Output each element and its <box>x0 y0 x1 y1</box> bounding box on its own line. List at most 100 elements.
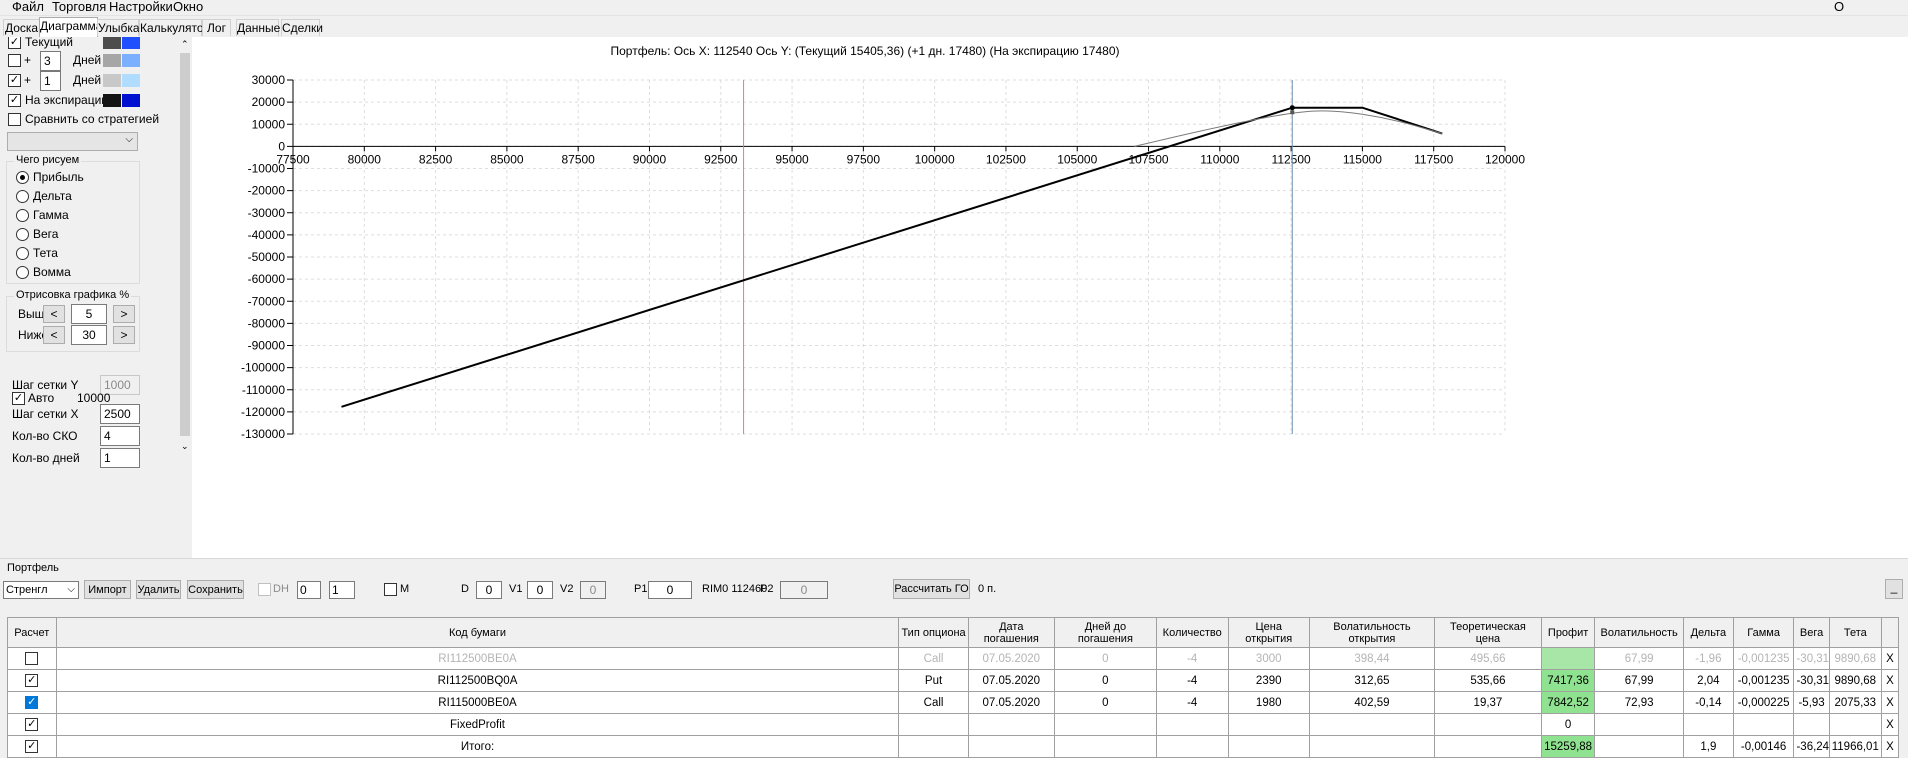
scroll-down-icon[interactable]: ⌄ <box>181 441 189 452</box>
calc-go-button[interactable]: Рассчитать ГО <box>893 579 970 599</box>
settings-scrollbar[interactable]: ⌃ ⌄ <box>178 37 192 558</box>
table-row[interactable]: ✓ RI112500BQ0A Put 07.05.2020 0 -4 2390 312,65 5… <box>7 669 1900 692</box>
radio-vomma[interactable] <box>16 266 29 279</box>
table-row[interactable]: RI112500BE0A Call 07.05.2020 0 -4 3000 398,44 4… <box>7 647 1900 670</box>
column-header[interactable]: Теоретическая цена <box>1434 617 1542 648</box>
column-header[interactable] <box>1880 617 1900 648</box>
import-button[interactable]: Импорт <box>84 580 131 599</box>
remove-row-button[interactable]: X <box>1880 713 1900 736</box>
column-header[interactable]: Тип опциона <box>898 617 969 648</box>
remove-row-button[interactable]: X <box>1880 735 1900 758</box>
calc-checkbox[interactable]: ✓ <box>25 674 39 687</box>
tab-smile[interactable]: Улыбка <box>97 19 140 36</box>
scroll-up-icon[interactable]: ⌃ <box>181 39 189 50</box>
column-header[interactable]: Количество <box>1155 617 1229 648</box>
column-header[interactable]: Тета <box>1828 617 1882 648</box>
current-color-blue[interactable] <box>122 37 140 49</box>
tab-diagram[interactable]: Диаграмма <box>39 17 102 37</box>
plus1-checkbox[interactable]: ✓ <box>8 74 21 87</box>
calc-checkbox[interactable]: ✓ <box>25 740 39 753</box>
delete-button[interactable]: Удалить <box>136 580 181 599</box>
column-header[interactable]: Код бумаги <box>55 617 900 648</box>
plus1-color-blue[interactable] <box>122 74 140 87</box>
radio-gamma[interactable] <box>16 209 29 222</box>
grid-x-input[interactable]: 2500 <box>100 404 140 424</box>
dh-checkbox[interactable] <box>258 583 271 596</box>
scroll-thumb[interactable] <box>180 53 190 436</box>
menu-settings[interactable]: Настройки <box>109 0 173 14</box>
radio-delta[interactable] <box>16 190 29 203</box>
save-button[interactable]: Сохранить <box>187 580 244 599</box>
below-increase-button[interactable]: > <box>113 326 135 344</box>
tab-data[interactable]: Данные <box>236 19 280 36</box>
v1-input[interactable]: 0 <box>527 581 553 599</box>
tab-board[interactable]: Доска <box>3 19 40 36</box>
m-checkbox[interactable] <box>384 583 397 596</box>
calc-cell[interactable]: ✓ <box>7 691 57 714</box>
column-header[interactable]: Вега <box>1793 617 1830 648</box>
above-decrease-button[interactable]: < <box>43 305 65 323</box>
days-input-2[interactable]: 1 <box>40 71 61 91</box>
table-row[interactable]: ✓ Итого: 15259,88 1,9 -0,00146 -36,24 11966,01… <box>7 735 1900 758</box>
expiry-color-black[interactable] <box>103 94 121 107</box>
remove-row-button[interactable]: X <box>1880 691 1900 714</box>
dh-spinner-2[interactable]: 1 <box>329 581 355 599</box>
calc-checkbox[interactable] <box>25 652 39 665</box>
table-row[interactable]: ✓ RI115000BE0A Call 07.05.2020 0 -4 1980 402,59… <box>7 691 1900 714</box>
column-header[interactable]: Дельта <box>1682 617 1734 648</box>
column-header[interactable]: Гамма <box>1732 617 1795 648</box>
days-count-input[interactable]: 1 <box>100 448 140 468</box>
calc-cell[interactable]: ✓ <box>7 735 57 758</box>
strategy-select[interactable]: Стренгл ⌵ <box>3 581 79 599</box>
radio-theta[interactable] <box>16 247 29 260</box>
column-header[interactable]: Профит <box>1540 617 1596 648</box>
strategy-compare-dropdown[interactable]: ⌵ <box>7 132 138 151</box>
auto-checkbox[interactable]: ✓ <box>12 392 25 405</box>
table-row[interactable]: ✓ FixedProfit 0 X <box>7 713 1900 736</box>
calc-checkbox[interactable]: ✓ <box>25 696 39 709</box>
expiry-color-navy[interactable] <box>122 94 140 107</box>
menu-file[interactable]: Файл <box>12 0 44 14</box>
minimize-button[interactable]: _ <box>1885 579 1903 599</box>
cell-vega: -30,31 <box>1793 647 1830 670</box>
sko-input[interactable]: 4 <box>100 426 140 446</box>
calc-cell[interactable]: ✓ <box>7 713 57 736</box>
above-increase-button[interactable]: > <box>113 305 135 323</box>
remove-row-button[interactable]: X <box>1880 669 1900 692</box>
expiry-checkbox[interactable]: ✓ <box>8 94 21 107</box>
column-header[interactable]: Волатильность <box>1594 617 1684 648</box>
column-header[interactable]: Волатильность открытия <box>1308 617 1436 648</box>
tab-deals[interactable]: Сделки <box>281 19 323 36</box>
plus3-color-grey[interactable] <box>103 54 121 67</box>
d-input[interactable]: 0 <box>476 581 502 599</box>
menu-trade[interactable]: Торговля <box>52 0 106 14</box>
column-header[interactable]: Расчет <box>7 617 57 648</box>
below-input[interactable]: 30 <box>71 325 107 345</box>
calc-cell[interactable]: ✓ <box>7 669 57 692</box>
p2-input[interactable]: 0 <box>780 581 828 599</box>
tab-calculator[interactable]: Калькулятор <box>139 19 210 36</box>
plus1-color-grey[interactable] <box>103 74 121 87</box>
column-header[interactable]: Цена открытия <box>1227 617 1310 648</box>
menu-window[interactable]: Окно <box>173 0 203 14</box>
current-checkbox[interactable]: ✓ <box>8 37 21 49</box>
column-header[interactable]: Дней до погашения <box>1053 617 1157 648</box>
current-color-dark[interactable] <box>103 37 121 49</box>
plus3-checkbox[interactable] <box>8 54 21 67</box>
calc-cell[interactable] <box>7 647 57 670</box>
remove-row-button[interactable]: X <box>1880 647 1900 670</box>
column-header[interactable]: Дата погашения <box>967 617 1055 648</box>
days-input-1[interactable]: 3 <box>40 51 61 71</box>
dh-spinner-1[interactable]: 0 <box>297 581 321 599</box>
radio-profit[interactable] <box>16 171 29 184</box>
radio-vega[interactable] <box>16 228 29 241</box>
p1-input[interactable]: 0 <box>648 581 692 599</box>
calc-checkbox[interactable]: ✓ <box>25 718 39 731</box>
above-input[interactable]: 5 <box>71 304 107 324</box>
cell-vega <box>1793 713 1830 736</box>
tab-log[interactable]: Лог <box>202 19 231 36</box>
plus3-color-blue[interactable] <box>122 54 140 67</box>
v2-input[interactable]: 0 <box>580 581 606 599</box>
below-decrease-button[interactable]: < <box>43 326 65 344</box>
compare-checkbox[interactable] <box>8 113 21 126</box>
